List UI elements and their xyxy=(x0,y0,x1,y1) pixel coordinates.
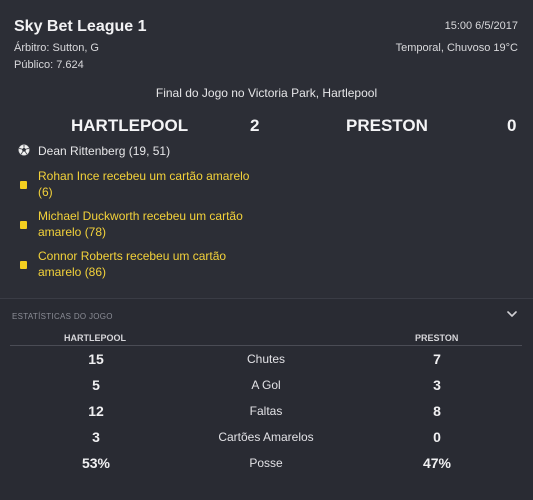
stats-section-title: ESTATÍSTICAS DO JOGO xyxy=(12,312,113,321)
away-team-name[interactable]: PRESTON xyxy=(346,116,428,136)
attendance-text: Público: 7.624 xyxy=(14,59,84,71)
stat-row: 3 Cartões Amarelos 0 xyxy=(0,429,533,449)
stat-away-value: 8 xyxy=(433,403,441,419)
yellow-card-icon xyxy=(20,261,27,269)
weather-text: Temporal, Chuvoso 19°C xyxy=(395,42,518,54)
stat-home-value: 3 xyxy=(92,429,100,445)
yellow-card-icon xyxy=(20,181,27,189)
stats-away-header: PRESTON xyxy=(415,333,459,343)
stat-home-value: 5 xyxy=(92,377,100,393)
venue-line: Final do Jogo no Victoria Park, Hartlepo… xyxy=(155,86,378,100)
match-datetime: 15:00 6/5/2017 xyxy=(444,20,518,32)
stat-label: A Gol xyxy=(251,378,281,392)
card-event[interactable]: Rohan Ince recebeu um cartão amarelo (6) xyxy=(38,168,278,200)
stats-home-header: HARTLEPOOL xyxy=(64,333,126,343)
stat-home-value: 12 xyxy=(88,403,104,419)
away-score: 0 xyxy=(507,116,517,135)
stat-home-value: 53% xyxy=(81,455,111,471)
card-event-line: amarelo (78) xyxy=(38,225,107,239)
card-event-line: amarelo (86) xyxy=(38,265,107,279)
stat-label: Faltas xyxy=(249,404,283,418)
stat-row: 12 Faltas 8 xyxy=(0,403,533,423)
chevron-down-icon[interactable] xyxy=(505,307,519,321)
home-score: 2 xyxy=(250,116,260,135)
stat-home-value: 15 xyxy=(88,351,104,367)
stats-divider xyxy=(10,345,522,346)
yellow-card-icon xyxy=(20,221,27,229)
match-summary-panel: Sky Bet League 1 Árbitro: Sutton, G Públ… xyxy=(0,0,533,298)
referee-text: Árbitro: Sutton, G xyxy=(14,42,99,54)
stat-away-value: 0 xyxy=(433,429,441,445)
stat-away-value: 3 xyxy=(433,377,441,393)
stat-away-value: 47% xyxy=(422,455,452,471)
stat-row: 5 A Gol 3 xyxy=(0,377,533,397)
card-event-line: (6) xyxy=(38,185,53,199)
stat-row: 53% Posse 47% xyxy=(0,455,533,475)
stat-label: Cartões Amarelos xyxy=(218,430,314,444)
competition-title: Sky Bet League 1 xyxy=(14,18,147,35)
card-event-line: Rohan Ince recebeu um cartão amarelo xyxy=(38,169,250,183)
card-event-line: Michael Duckworth recebeu um cartão xyxy=(38,209,243,223)
stat-row: 15 Chutes 7 xyxy=(0,351,533,371)
stat-away-value: 7 xyxy=(433,351,441,367)
card-event[interactable]: Michael Duckworth recebeu um cartão amar… xyxy=(38,208,278,240)
goal-event[interactable]: Dean Rittenberg (19, 51) xyxy=(38,143,170,159)
home-team-name[interactable]: HARTLEPOOL xyxy=(71,116,188,136)
stat-label: Chutes xyxy=(246,352,286,366)
card-event-line: Connor Roberts recebeu um cartão xyxy=(38,249,227,263)
stat-label: Posse xyxy=(249,456,283,470)
card-event[interactable]: Connor Roberts recebeu um cartão amarelo… xyxy=(38,248,278,280)
football-icon xyxy=(18,144,30,156)
